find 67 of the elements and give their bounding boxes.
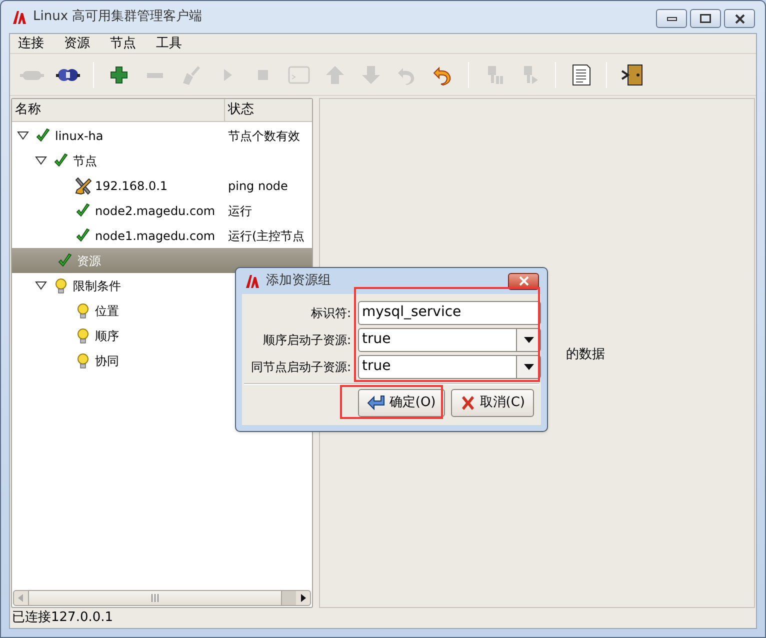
status-text: 已连接127.0.0.1 xyxy=(12,609,114,628)
node-label: node1.magedu.com xyxy=(95,228,216,244)
expand-toggle-icon[interactable] xyxy=(35,280,47,290)
light-bulb-icon xyxy=(54,278,68,294)
tree-row[interactable]: node2.magedu.com 运行 xyxy=(12,198,312,223)
text-field[interactable]: mysql_service xyxy=(358,300,541,324)
ok-button[interactable]: 确定(O) xyxy=(358,389,445,417)
close-icon xyxy=(518,276,530,286)
node-label: 192.168.0.1 xyxy=(95,178,168,194)
x-icon xyxy=(460,395,476,411)
node-label: 节点 xyxy=(73,152,97,170)
checkmark-icon xyxy=(53,152,69,168)
tree-row[interactable]: 192.168.0.1 ping node xyxy=(12,173,312,198)
dropdown-field[interactable]: true xyxy=(358,354,541,378)
tree-row[interactable]: 位置 xyxy=(12,298,312,323)
wrench-icon xyxy=(74,176,92,194)
panel-message: 的数据 xyxy=(566,346,605,364)
cancel-button[interactable]: 取消(C) xyxy=(450,389,534,417)
status-text: ping node xyxy=(227,178,289,194)
close-icon xyxy=(734,14,744,24)
light-bulb-icon xyxy=(76,328,90,344)
exit-door-icon[interactable] xyxy=(620,62,644,86)
light-bulb-icon xyxy=(76,352,90,368)
tree-row[interactable]: linux-ha 节点个数有效 xyxy=(12,123,312,148)
app-logo-icon xyxy=(244,272,260,290)
light-bulb-icon xyxy=(76,302,90,318)
tree-row[interactable]: node1.magedu.com 运行(主控节点 xyxy=(12,223,312,248)
node-label: 顺序 xyxy=(95,328,119,344)
menu-item[interactable]: 工具 xyxy=(154,34,184,54)
node-label: 位置 xyxy=(95,302,119,320)
minimize-icon xyxy=(666,16,676,20)
node-label: 资源 xyxy=(77,252,101,270)
checkmark-icon xyxy=(75,228,91,244)
expand-toggle-icon[interactable] xyxy=(17,130,29,140)
tree-row[interactable]: 节点 xyxy=(12,148,312,173)
dropdown-field[interactable]: true xyxy=(358,328,541,352)
column-header[interactable]: 状态 xyxy=(225,99,312,121)
close-button[interactable] xyxy=(724,9,755,28)
status-text: 运行 xyxy=(227,202,253,220)
menu-item[interactable]: 连接 xyxy=(16,34,46,54)
status-text: 节点个数有效 xyxy=(227,128,301,144)
app-logo-icon xyxy=(11,8,27,26)
field-label: 同节点启动子资源: xyxy=(250,358,352,376)
menu-item[interactable]: 资源 xyxy=(62,34,92,54)
maximize-button[interactable] xyxy=(690,9,721,28)
dialog-title: 添加资源组 xyxy=(266,272,331,290)
minimize-button[interactable] xyxy=(656,9,687,28)
horizontal-scrollbar[interactable] xyxy=(13,590,311,606)
column-header[interactable]: 名称 xyxy=(12,99,225,121)
scrollbar-thumb[interactable] xyxy=(28,591,282,605)
node-label: node2.magedu.com xyxy=(95,202,216,220)
dropdown-arrow-icon[interactable] xyxy=(524,364,534,370)
node-label: linux-ha xyxy=(55,128,104,144)
checkmark-icon xyxy=(57,252,73,268)
window-title: Linux 高可用集群管理客户端 xyxy=(33,8,202,26)
field-label: 顺序启动子资源: xyxy=(262,332,352,348)
field-label: 标识符: xyxy=(310,304,352,322)
node-label: 协同 xyxy=(95,352,119,370)
dropdown-arrow-icon[interactable] xyxy=(524,336,534,342)
node-label: 限制条件 xyxy=(73,278,121,294)
checkmark-icon xyxy=(75,202,91,218)
status-text: 运行(主控节点 xyxy=(227,228,306,244)
expand-toggle-icon[interactable] xyxy=(35,156,47,166)
maximize-icon xyxy=(700,14,711,23)
menu-item[interactable]: 节点 xyxy=(108,34,138,54)
return-arrow-icon xyxy=(367,395,386,411)
checkmark-icon xyxy=(35,128,51,144)
